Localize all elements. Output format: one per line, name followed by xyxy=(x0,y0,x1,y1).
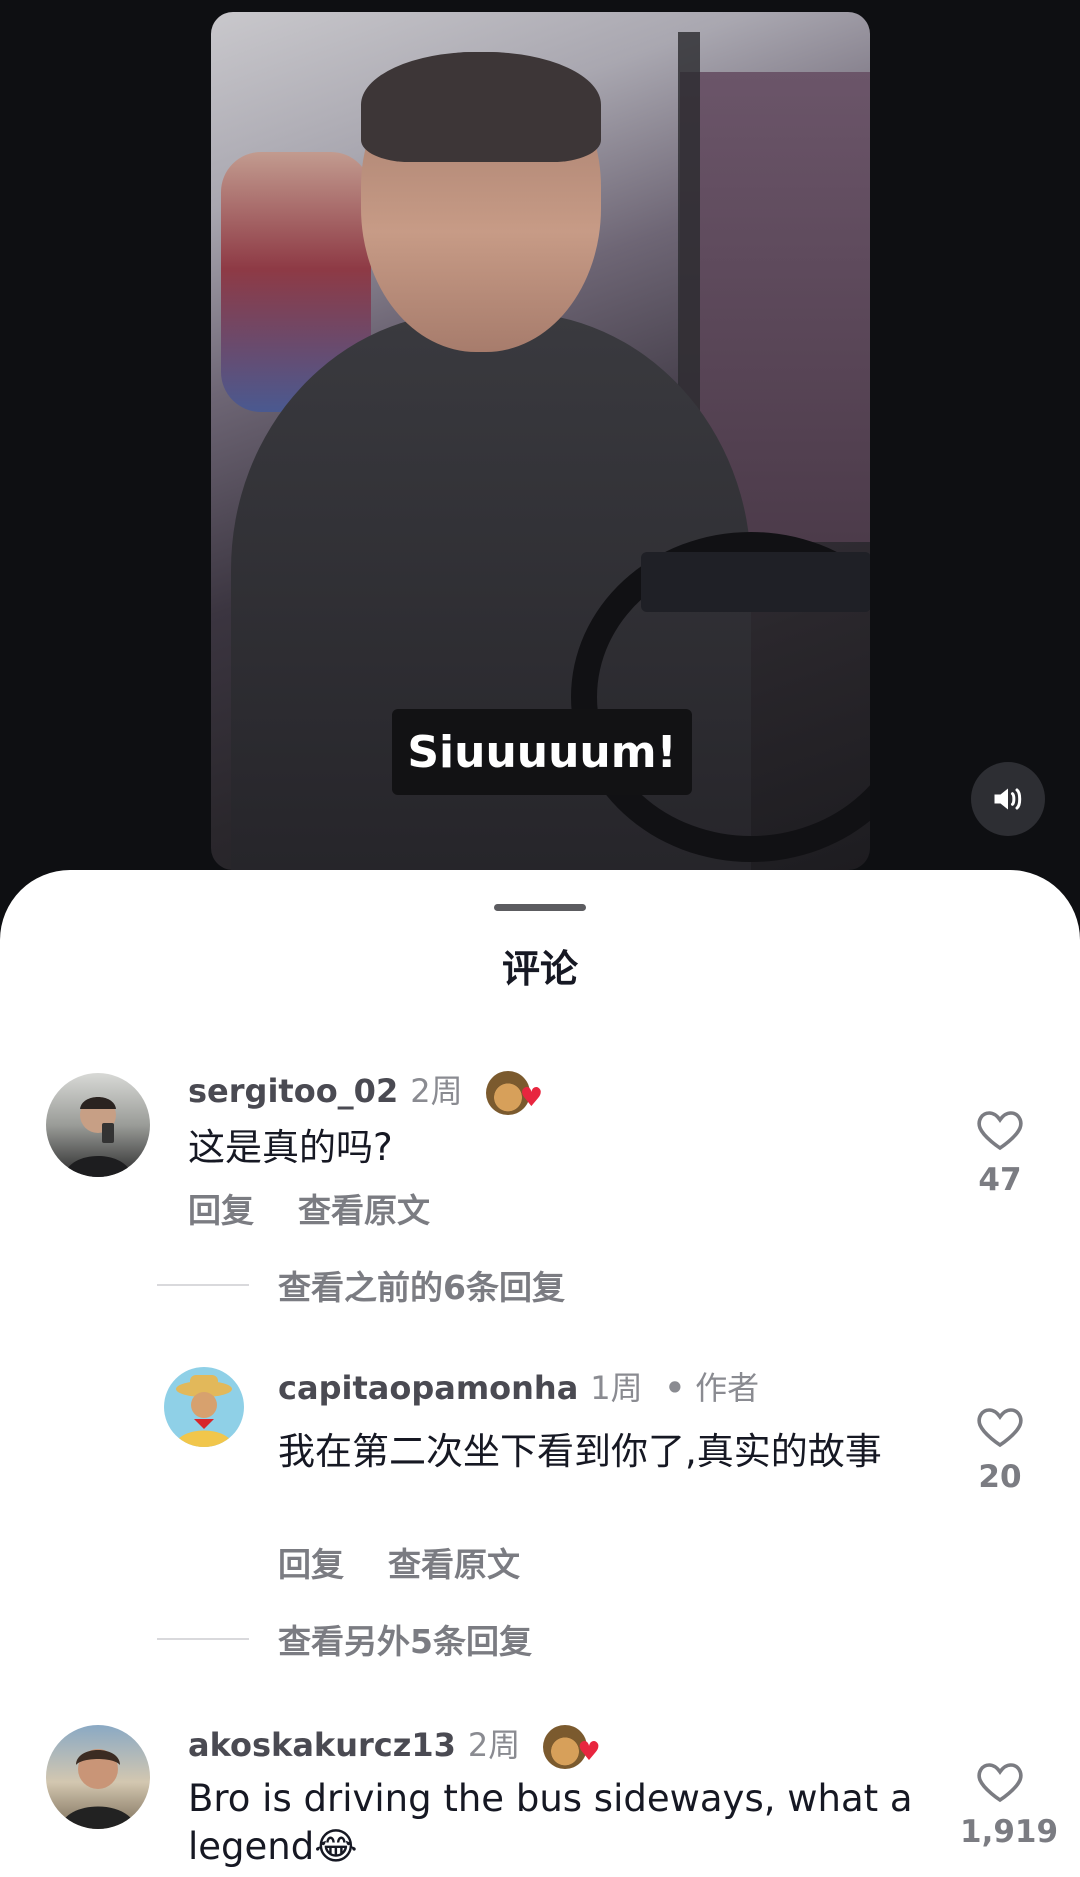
creator-avatar-icon xyxy=(174,1375,234,1447)
heart-icon: ♥ xyxy=(519,1083,544,1113)
heart-outline-icon xyxy=(977,1408,1023,1448)
user-avatar-icon xyxy=(60,1749,136,1829)
like-count: 47 xyxy=(978,1162,1022,1198)
avatar[interactable] xyxy=(164,1367,244,1447)
user-avatar-icon xyxy=(64,1097,132,1177)
comments-sheet: 评论 sergitoo_02 2周 ♥ 这是真的吗? 回复 查看原文 47 查看之前… xyxy=(0,870,1080,1877)
like-button[interactable]: 1,919 xyxy=(960,1760,1059,1850)
comment-header: sergitoo_02 2周 ♥ xyxy=(188,1066,550,1115)
heart-icon: ♥ xyxy=(577,1737,601,1767)
view-original-button[interactable]: 查看原文 xyxy=(388,1545,520,1584)
creator-liked-badge: ♥ xyxy=(485,1071,550,1115)
comment-actions: 回复 查看原文 xyxy=(188,1184,474,1232)
like-count: 1,919 xyxy=(960,1814,1059,1850)
video-dashboard-panel xyxy=(641,552,870,612)
heart-outline-icon xyxy=(977,1111,1023,1151)
comment-text: 我在第二次坐下看到你了,真实的故事 xyxy=(278,1430,882,1473)
avatar[interactable] xyxy=(46,1725,150,1829)
view-more-replies[interactable]: 查看另外5条回复 xyxy=(278,1615,532,1663)
like-button[interactable]: 20 xyxy=(965,1405,1035,1495)
comment-time: 2周 xyxy=(467,1726,521,1764)
reply-button[interactable]: 回复 xyxy=(278,1545,344,1584)
sound-button[interactable] xyxy=(971,762,1045,836)
comment-header: capitaopamonha 1周 • 作者 xyxy=(278,1363,759,1409)
speaker-icon xyxy=(994,788,1022,810)
comment-time: 2周 xyxy=(410,1072,463,1110)
reply-button[interactable]: 回复 xyxy=(188,1191,254,1230)
separator-dot: • xyxy=(664,1369,686,1407)
video-person-hair xyxy=(361,52,601,162)
comment-header: akoskakurcz13 2周 ♥ xyxy=(188,1720,607,1769)
view-original-button[interactable]: 查看原文 xyxy=(298,1191,430,1230)
view-more-replies[interactable]: 查看之前的6条回复 xyxy=(278,1261,565,1309)
sheet-title: 评论 xyxy=(501,947,578,991)
heart-outline-icon xyxy=(977,1763,1023,1803)
username[interactable]: akoskakurcz13 xyxy=(188,1726,456,1764)
like-count: 20 xyxy=(978,1459,1022,1495)
username[interactable]: capitaopamonha xyxy=(278,1369,578,1407)
username[interactable]: sergitoo_02 xyxy=(188,1072,398,1110)
comment-text: Bro is driving the bus sideways, what a … xyxy=(188,1777,913,1868)
video-subtitle: Siuuuuum! xyxy=(392,709,692,795)
avatar[interactable] xyxy=(46,1073,150,1177)
drag-handle[interactable] xyxy=(494,904,586,911)
video-area: Siuuuuum! xyxy=(0,0,1080,900)
comment-text: 这是真的吗? xyxy=(188,1126,393,1169)
comment-time: 1周 xyxy=(590,1369,643,1407)
creator-liked-badge: ♥ xyxy=(543,1725,607,1769)
like-button[interactable]: 47 xyxy=(965,1108,1035,1198)
divider xyxy=(157,1284,249,1286)
divider xyxy=(157,1638,249,1640)
comment-actions: 回复 查看原文 xyxy=(278,1538,564,1586)
author-label: 作者 xyxy=(695,1369,760,1407)
